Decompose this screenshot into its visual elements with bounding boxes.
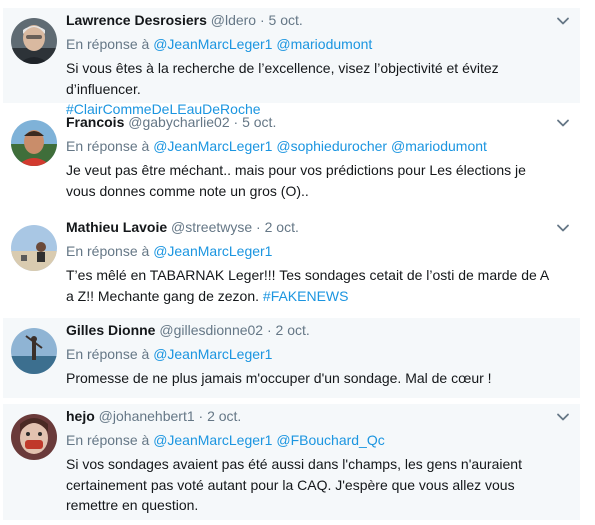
mention-link[interactable]: @JeanMarcLeger1 [153, 346, 272, 362]
author-name[interactable]: Lawrence Desrosiers [66, 12, 207, 28]
mention-link[interactable]: @FBouchard_Qc [276, 432, 384, 448]
tweet-header: hejo @johanehbert1 · 2 oct. [66, 407, 556, 425]
tweet-text: Si vos sondages avaient pas été aussi da… [66, 454, 556, 516]
tweet-text: T’es mêlé en TABARNAK Leger!!! Tes sonda… [66, 265, 556, 306]
mention-link[interactable]: @mariodumont [276, 36, 372, 52]
reply-feed: Lawrence Desrosiers @ldero · 5 oct. En r… [0, 0, 595, 525]
author-name[interactable]: hejo [66, 408, 95, 424]
author-handle[interactable]: @johanehbert1 [99, 408, 195, 424]
mention-link[interactable]: @JeanMarcLeger1 [153, 243, 272, 259]
reply-context: En réponse à @JeanMarcLeger1 @sophieduro… [66, 137, 556, 155]
avatar[interactable] [11, 414, 57, 460]
tweet[interactable]: Francois @gabycharlie02 · 5 oct. En répo… [3, 110, 580, 208]
author-handle[interactable]: @gillesdionne02 [159, 322, 263, 338]
tweet-header: Gilles Dionne @gillesdionne02 · 2 oct. [66, 321, 556, 339]
reply-prefix: En réponse à [66, 36, 150, 52]
reply-prefix: En réponse à [66, 243, 150, 259]
mention-link[interactable]: @JeanMarcLeger1 [153, 432, 272, 448]
avatar[interactable] [11, 18, 57, 64]
hashtag-link[interactable]: #FAKENEWS [263, 288, 349, 304]
tweet-body: Promesse de ne plus jamais m'occuper d'u… [66, 370, 492, 386]
tweet-body: Si vous êtes à la recherche de l’excelle… [66, 60, 499, 97]
tweet[interactable]: Lawrence Desrosiers @ldero · 5 oct. En r… [3, 8, 580, 117]
avatar[interactable] [11, 225, 57, 271]
tweet[interactable]: Mathieu Lavoie @streetwyse · 2 oct. En r… [3, 215, 580, 313]
mention-link[interactable]: @JeanMarcLeger1 [153, 36, 272, 52]
separator-dot: · [266, 322, 272, 338]
separator-dot: · [233, 114, 239, 130]
timestamp[interactable]: 5 oct. [242, 114, 276, 130]
tweet-body: Je veut pas être méchant.. mais pour vos… [66, 162, 526, 199]
chevron-down-icon[interactable] [556, 14, 570, 28]
author-handle[interactable]: @gabycharlie02 [128, 114, 229, 130]
reply-prefix: En réponse à [66, 346, 150, 362]
avatar[interactable] [11, 120, 57, 166]
separator-dot: · [259, 12, 265, 28]
tweet-body: Si vos sondages avaient pas été aussi da… [66, 456, 522, 513]
author-handle[interactable]: @streetwyse [171, 219, 252, 235]
author-handle[interactable]: @ldero [211, 12, 256, 28]
mention-link[interactable]: @JeanMarcLeger1 [153, 138, 272, 154]
author-name[interactable]: Francois [66, 114, 124, 130]
reply-context: En réponse à @JeanMarcLeger1 [66, 345, 556, 363]
reply-prefix: En réponse à [66, 138, 150, 154]
author-name[interactable]: Gilles Dionne [66, 322, 155, 338]
tweet-header: Mathieu Lavoie @streetwyse · 2 oct. [66, 218, 556, 236]
separator-dot: · [198, 408, 204, 424]
timestamp[interactable]: 2 oct. [265, 219, 299, 235]
tweet-header: Francois @gabycharlie02 · 5 oct. [66, 113, 556, 131]
tweet[interactable]: Gilles Dionne @gillesdionne02 · 2 oct. E… [3, 318, 580, 398]
mention-link[interactable]: @mariodumont [391, 138, 487, 154]
avatar[interactable] [11, 328, 57, 374]
timestamp[interactable]: 5 oct. [269, 12, 303, 28]
reply-context: En réponse à @JeanMarcLeger1 @FBouchard_… [66, 431, 556, 449]
author-name[interactable]: Mathieu Lavoie [66, 219, 167, 235]
reply-context: En réponse à @JeanMarcLeger1 [66, 242, 556, 260]
chevron-down-icon[interactable] [556, 116, 570, 130]
chevron-down-icon[interactable] [556, 221, 570, 235]
tweet-header: Lawrence Desrosiers @ldero · 5 oct. [66, 11, 556, 29]
timestamp[interactable]: 2 oct. [207, 408, 241, 424]
separator-dot: · [256, 219, 261, 235]
chevron-down-icon[interactable] [556, 410, 570, 424]
reply-context: En réponse à @JeanMarcLeger1 @mariodumon… [66, 35, 556, 53]
tweet[interactable]: hejo @johanehbert1 · 2 oct. En réponse à… [3, 404, 580, 520]
timestamp[interactable]: 2 oct. [276, 322, 310, 338]
tweet-text: Promesse de ne plus jamais m'occuper d'u… [66, 368, 556, 389]
reply-prefix: En réponse à [66, 432, 150, 448]
tweet-text: Je veut pas être méchant.. mais pour vos… [66, 160, 556, 201]
mention-link[interactable]: @sophiedurocher [276, 138, 387, 154]
